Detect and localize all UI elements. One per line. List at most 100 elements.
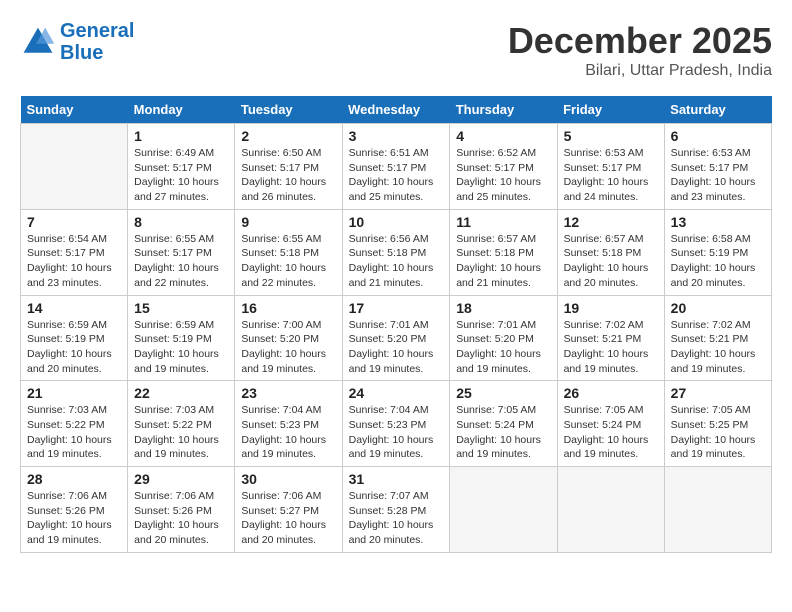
day-number: 8: [134, 214, 228, 230]
header-thursday: Thursday: [450, 96, 557, 124]
location-subtitle: Bilari, Uttar Pradesh, India: [508, 62, 772, 80]
day-number: 15: [134, 300, 228, 316]
calendar-cell: 9Sunrise: 6:55 AMSunset: 5:18 PMDaylight…: [235, 209, 342, 295]
day-info: Sunrise: 7:05 AMSunset: 5:25 PMDaylight:…: [671, 403, 765, 462]
calendar-cell: 19 Sunrise: 7:02 AMSunset: 5:21 PMDayligh…: [557, 295, 664, 381]
calendar-table: SundayMondayTuesdayWednesdayThursdayFrid…: [20, 96, 772, 553]
calendar-cell: 18 Sunrise: 7:01 AMSunset: 5:20 PMDayligh…: [450, 295, 557, 381]
day-info: Sunrise: 7:01 AMSunset: 5:20 PMDaylight:…: [456, 318, 550, 377]
day-info: Sunrise: 6:51 AMSunset: 5:17 PMDaylight:…: [349, 146, 444, 205]
day-info: Sunrise: 7:05 AMSunset: 5:24 PMDaylight:…: [564, 403, 658, 462]
calendar-cell: [21, 124, 128, 210]
day-info: Sunrise: 6:53 AMSunset: 5:17 PMDaylight:…: [564, 146, 658, 205]
calendar-cell: 5Sunrise: 6:53 AMSunset: 5:17 PMDaylight…: [557, 124, 664, 210]
day-info: Sunrise: 6:58 AMSunset: 5:19 PMDaylight:…: [671, 232, 765, 291]
day-number: 30: [241, 471, 335, 487]
day-info: Sunrise: 7:00 AMSunset: 5:20 PMDaylight:…: [241, 318, 335, 377]
calendar-cell: [450, 467, 557, 553]
calendar-cell: 20 Sunrise: 7:02 AMSunset: 5:21 PMDayligh…: [664, 295, 771, 381]
day-number: 26: [564, 385, 658, 401]
calendar-cell: 26 Sunrise: 7:05 AMSunset: 5:24 PMDayligh…: [557, 381, 664, 467]
day-info: Sunrise: 6:55 AMSunset: 5:18 PMDaylight:…: [241, 232, 335, 291]
day-number: 22: [134, 385, 228, 401]
day-number: 27: [671, 385, 765, 401]
day-info: Sunrise: 7:07 AMSunset: 5:28 PMDaylight:…: [349, 489, 444, 548]
day-number: 18: [456, 300, 550, 316]
day-number: 20: [671, 300, 765, 316]
calendar-cell: 8 Sunrise: 6:55 AMSunset: 5:17 PMDaylight…: [128, 209, 235, 295]
week-row-3: 14 Sunrise: 6:59 AMSunset: 5:19 PMDayligh…: [21, 295, 772, 381]
calendar-cell: 7 Sunrise: 6:54 AMSunset: 5:17 PMDaylight…: [21, 209, 128, 295]
day-number: 31: [349, 471, 444, 487]
day-number: 3: [349, 128, 444, 144]
day-info: Sunrise: 6:59 AMSunset: 5:19 PMDaylight:…: [27, 318, 121, 377]
calendar-cell: 30Sunrise: 7:06 AMSunset: 5:27 PMDayligh…: [235, 467, 342, 553]
day-info: Sunrise: 6:55 AMSunset: 5:17 PMDaylight:…: [134, 232, 228, 291]
calendar-cell: 25Sunrise: 7:05 AMSunset: 5:24 PMDayligh…: [450, 381, 557, 467]
day-info: Sunrise: 7:01 AMSunset: 5:20 PMDaylight:…: [349, 318, 444, 377]
calendar-cell: 24Sunrise: 7:04 AMSunset: 5:23 PMDayligh…: [342, 381, 450, 467]
day-info: Sunrise: 7:03 AMSunset: 5:22 PMDaylight:…: [134, 403, 228, 462]
calendar-cell: 12 Sunrise: 6:57 AMSunset: 5:18 PMDayligh…: [557, 209, 664, 295]
day-info: Sunrise: 6:53 AMSunset: 5:17 PMDaylight:…: [671, 146, 765, 205]
day-number: 1: [134, 128, 228, 144]
calendar-cell: [664, 467, 771, 553]
day-number: 19: [564, 300, 658, 316]
day-info: Sunrise: 7:03 AMSunset: 5:22 PMDaylight:…: [27, 403, 121, 462]
day-number: 24: [349, 385, 444, 401]
header-row: SundayMondayTuesdayWednesdayThursdayFrid…: [21, 96, 772, 124]
calendar-cell: 21 Sunrise: 7:03 AMSunset: 5:22 PMDayligh…: [21, 381, 128, 467]
title-area: December 2025 Bilari, Uttar Pradesh, Ind…: [508, 20, 772, 80]
day-info: Sunrise: 6:57 AMSunset: 5:18 PMDaylight:…: [456, 232, 550, 291]
week-row-2: 7 Sunrise: 6:54 AMSunset: 5:17 PMDaylight…: [21, 209, 772, 295]
day-number: 16: [241, 300, 335, 316]
calendar-cell: 17 Sunrise: 7:01 AMSunset: 5:20 PMDayligh…: [342, 295, 450, 381]
calendar-cell: 29Sunrise: 7:06 AMSunset: 5:26 PMDayligh…: [128, 467, 235, 553]
header-tuesday: Tuesday: [235, 96, 342, 124]
header-sunday: Sunday: [21, 96, 128, 124]
day-info: Sunrise: 6:52 AMSunset: 5:17 PMDaylight:…: [456, 146, 550, 205]
day-info: Sunrise: 6:54 AMSunset: 5:17 PMDaylight:…: [27, 232, 121, 291]
day-number: 4: [456, 128, 550, 144]
day-number: 21: [27, 385, 121, 401]
logo-line2: Blue: [60, 42, 103, 64]
day-number: 14: [27, 300, 121, 316]
page-header: General Blue December 2025 Bilari, Uttar…: [20, 20, 772, 80]
calendar-cell: 31 Sunrise: 7:07 AMSunset: 5:28 PMDayligh…: [342, 467, 450, 553]
calendar-body: 1 Sunrise: 6:49 AMSunset: 5:17 PMDaylight…: [21, 124, 772, 553]
day-info: Sunrise: 6:59 AMSunset: 5:19 PMDaylight:…: [134, 318, 228, 377]
calendar-cell: 23Sunrise: 7:04 AMSunset: 5:23 PMDayligh…: [235, 381, 342, 467]
calendar-cell: 1 Sunrise: 6:49 AMSunset: 5:17 PMDaylight…: [128, 124, 235, 210]
calendar-cell: 3 Sunrise: 6:51 AMSunset: 5:17 PMDaylight…: [342, 124, 450, 210]
header-monday: Monday: [128, 96, 235, 124]
calendar-cell: 28Sunrise: 7:06 AMSunset: 5:26 PMDayligh…: [21, 467, 128, 553]
header-wednesday: Wednesday: [342, 96, 450, 124]
logo-text: General Blue: [60, 20, 134, 64]
calendar-cell: 11 Sunrise: 6:57 AMSunset: 5:18 PMDayligh…: [450, 209, 557, 295]
day-number: 17: [349, 300, 444, 316]
day-number: 25: [456, 385, 550, 401]
day-info: Sunrise: 6:50 AMSunset: 5:17 PMDaylight:…: [241, 146, 335, 205]
day-number: 23: [241, 385, 335, 401]
day-info: Sunrise: 7:02 AMSunset: 5:21 PMDaylight:…: [564, 318, 658, 377]
week-row-1: 1 Sunrise: 6:49 AMSunset: 5:17 PMDaylight…: [21, 124, 772, 210]
calendar-cell: 27 Sunrise: 7:05 AMSunset: 5:25 PMDayligh…: [664, 381, 771, 467]
header-friday: Friday: [557, 96, 664, 124]
day-number: 29: [134, 471, 228, 487]
day-number: 28: [27, 471, 121, 487]
day-number: 12: [564, 214, 658, 230]
month-title: December 2025: [508, 20, 772, 62]
calendar-cell: 10Sunrise: 6:56 AMSunset: 5:18 PMDayligh…: [342, 209, 450, 295]
day-number: 13: [671, 214, 765, 230]
day-info: Sunrise: 6:49 AMSunset: 5:17 PMDaylight:…: [134, 146, 228, 205]
header-saturday: Saturday: [664, 96, 771, 124]
logo-icon: [20, 24, 56, 60]
logo: General Blue: [20, 20, 134, 64]
day-number: 11: [456, 214, 550, 230]
day-number: 2: [241, 128, 335, 144]
day-number: 7: [27, 214, 121, 230]
calendar-cell: 6Sunrise: 6:53 AMSunset: 5:17 PMDaylight…: [664, 124, 771, 210]
day-info: Sunrise: 7:02 AMSunset: 5:21 PMDaylight:…: [671, 318, 765, 377]
day-info: Sunrise: 6:57 AMSunset: 5:18 PMDaylight:…: [564, 232, 658, 291]
calendar-cell: 13 Sunrise: 6:58 AMSunset: 5:19 PMDayligh…: [664, 209, 771, 295]
